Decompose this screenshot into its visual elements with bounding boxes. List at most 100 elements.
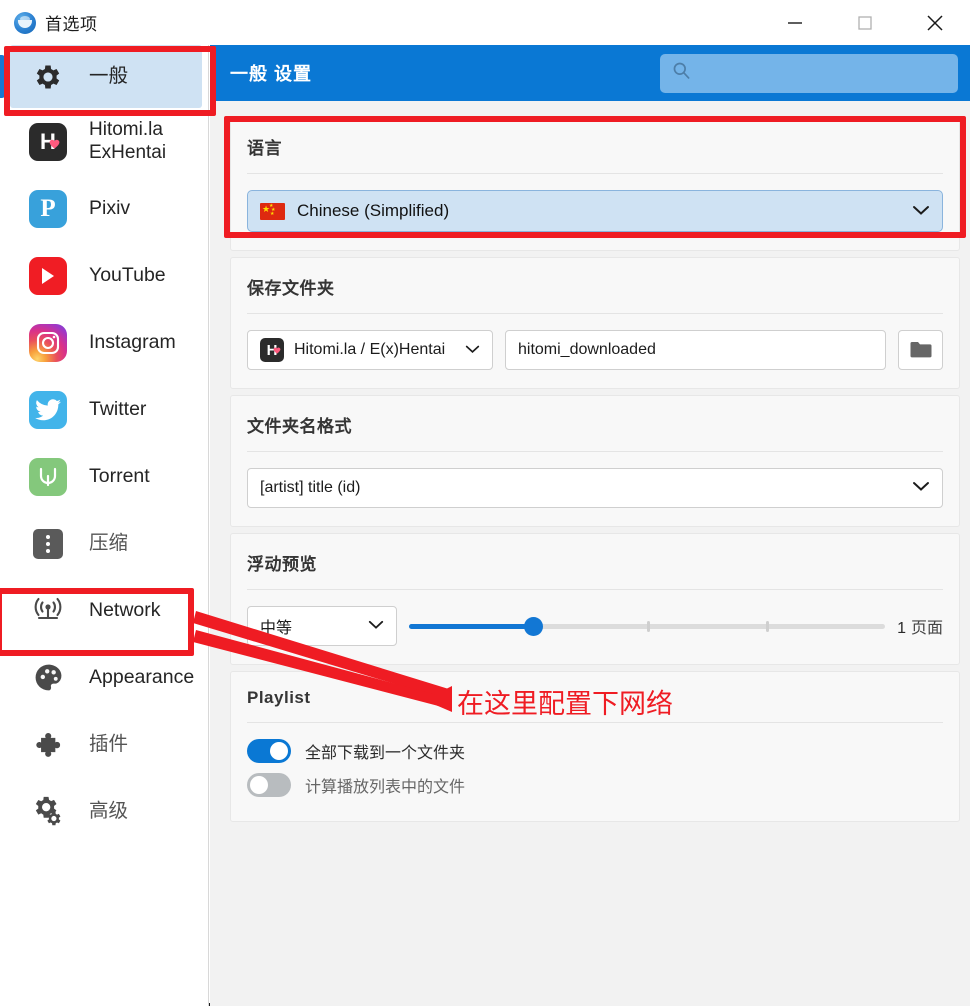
twitter-icon [29,390,67,429]
sidebar-item-label: Hitomi.la ExHentai [89,119,167,163]
preview-size-value: 中等 [260,620,293,637]
download-all-to-one-folder-toggle[interactable] [247,739,291,763]
puzzle-icon [29,726,67,764]
slider-fill [409,624,533,629]
hitomi-icon: H [29,122,67,161]
title-bar: 首选项 [0,0,970,45]
sidebar-item-network[interactable]: Network [0,577,208,644]
selection-indicator [0,55,5,98]
sidebar-item-youtube[interactable]: YouTube [0,242,208,309]
folder-name-format-select[interactable]: [artist] title (id) [247,468,943,508]
section-title: 语言 [247,139,282,158]
flag-cn-icon: ★ ★ ★ ★ [260,202,285,220]
settings-content: 语言 ★ ★ ★ ★ Chinese (Simplified) 保存文件夹 H … [210,101,970,1006]
maximize-button[interactable] [830,0,900,45]
slider-tick [766,621,770,632]
sidebar-item-label: 高级 [89,800,129,822]
compress-icon [29,525,67,563]
divider [247,173,943,174]
site-select-value: Hitomi.la / E(x)Hentai [294,341,446,358]
gears-icon [29,793,67,831]
slider-value-label: 1 页面 [897,614,943,638]
window-controls [760,0,970,45]
sidebar-item-general[interactable]: 一般 [0,45,202,108]
chevron-down-icon [368,617,384,635]
minimize-button[interactable] [760,0,830,45]
playlist-section: Playlist 全部下载到一个文件夹 计算播放列表中的文件 [230,671,960,822]
site-select[interactable]: H Hitomi.la / E(x)Hentai [247,330,493,370]
browse-folder-button[interactable] [898,330,943,370]
sidebar-item-label: 插件 [89,733,129,755]
window-title: 首选项 [45,15,98,34]
sidebar-item-plugins[interactable]: 插件 [0,711,208,778]
sidebar-item-instagram[interactable]: Instagram [0,309,208,376]
preview-pages-slider[interactable] [409,616,886,636]
section-title: 文件夹名格式 [247,417,352,436]
slider-thumb[interactable] [523,617,543,636]
chevron-down-icon [912,201,930,221]
playlist-toggle-row[interactable]: 全部下载到一个文件夹 [247,739,943,763]
search-input[interactable] [699,64,939,82]
network-icon [29,592,67,630]
sidebar-item-torrent[interactable]: Torrent [0,443,208,510]
count-playlist-files-toggle[interactable] [247,773,291,797]
save-path-input[interactable] [505,330,886,370]
sidebar-item-label: Twitter [89,398,147,420]
page-title: 一般 设置 [230,64,313,84]
language-select[interactable]: ★ ★ ★ ★ Chinese (Simplified) [247,190,943,232]
floating-preview-section: 浮动预览 中等 1 页面 [230,533,960,665]
divider [247,451,943,452]
sidebar-item-label: Instagram [89,331,176,353]
toggle-label: 计算播放列表中的文件 [305,779,466,796]
sidebar-item-compress[interactable]: 压缩 [0,510,208,577]
folder-name-format-section: 文件夹名格式 [artist] title (id) [230,395,960,527]
app-logo-icon [14,11,36,34]
slider-tick [647,621,651,632]
gear-icon [29,58,67,96]
preferences-window: 首选项 一般 H Hitomi.la ExHentai P Pixiv YouT… [0,0,970,1006]
sidebar-item-label: 压缩 [89,532,129,554]
slider-unit: 页面 [910,620,943,637]
main-panel: 一般 设置 语言 ★ ★ ★ ★ Chinese (Simplified) 保存… [210,45,970,1006]
floating-preview-row: 中等 1 页面 [247,606,943,646]
main-header: 一般 设置 [210,45,970,101]
palette-icon [29,659,67,697]
sidebar-item-label: YouTube [89,264,166,286]
sidebar-item-label: Network [89,599,161,621]
youtube-icon [29,256,67,295]
sidebar-item-hitomi[interactable]: H Hitomi.la ExHentai [0,108,208,175]
sidebar-item-label: Torrent [89,465,150,487]
sidebar-item-twitter[interactable]: Twitter [0,376,208,443]
torrent-icon [29,457,67,496]
save-folder-row: H Hitomi.la / E(x)Hentai [247,330,943,370]
search-box[interactable] [660,53,958,93]
toggle-label: 全部下载到一个文件夹 [305,745,466,762]
sidebar-item-pixiv[interactable]: P Pixiv [0,175,208,242]
divider [247,589,943,590]
close-button[interactable] [900,0,970,45]
sidebar-item-label: Pixiv [89,197,131,219]
divider [247,313,943,314]
sidebar[interactable]: 一般 H Hitomi.laExHentai P Pixiv YouTube [0,45,209,1006]
folder-name-format-value: [artist] title (id) [260,479,361,496]
divider [247,722,943,723]
sidebar-item-label: Appearance [89,666,195,688]
language-select-value: Chinese (Simplified) [297,201,450,220]
sidebar-item-advanced[interactable]: 高级 [0,778,208,845]
preview-size-select[interactable]: 中等 [247,606,397,646]
hitomi-icon: H [260,338,284,362]
chevron-down-icon [465,341,480,359]
language-section: 语言 ★ ★ ★ ★ Chinese (Simplified) [230,117,960,251]
section-title: Playlist [247,688,311,707]
playlist-toggle-row[interactable]: 计算播放列表中的文件 [247,773,943,797]
title-bar-left: 首选项 [0,10,98,35]
slider-value: 1 [897,620,906,637]
sidebar-item-label: 一般 [89,65,129,87]
save-folder-section: 保存文件夹 H Hitomi.la / E(x)Hentai [230,257,960,389]
sidebar-item-appearance[interactable]: Appearance [0,644,208,711]
instagram-icon [29,323,67,362]
pixiv-icon: P [29,189,67,228]
section-title: 保存文件夹 [247,279,335,298]
search-icon [672,61,691,85]
section-title: 浮动预览 [247,555,317,574]
